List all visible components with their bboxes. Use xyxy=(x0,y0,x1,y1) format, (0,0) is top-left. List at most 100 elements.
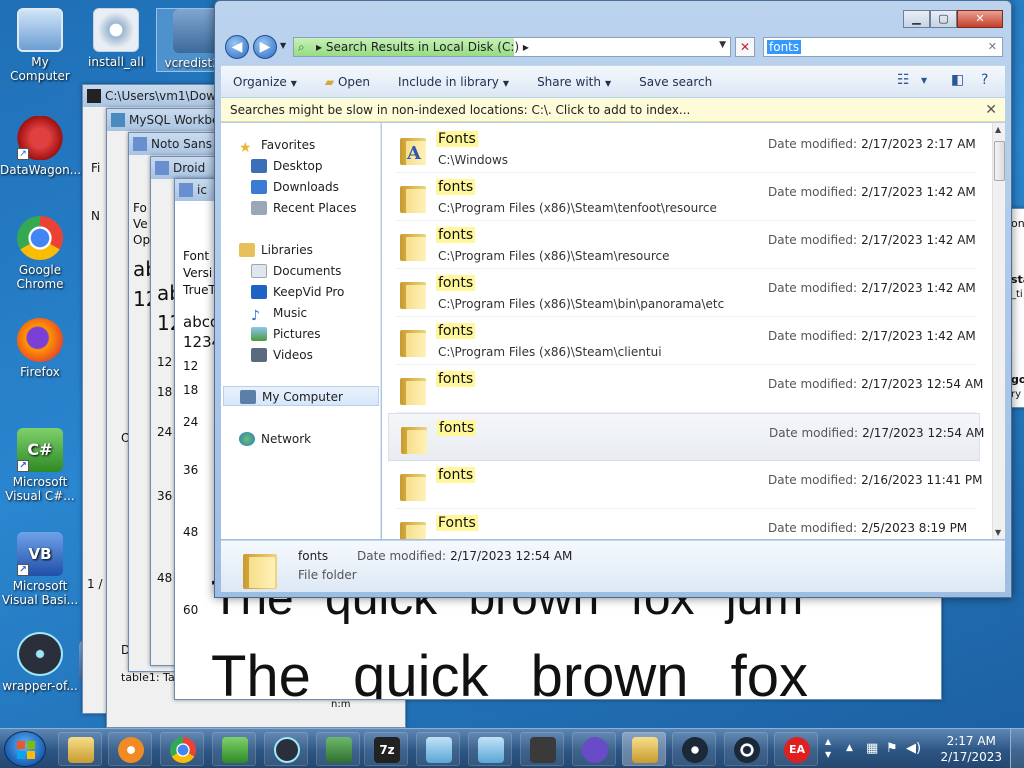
close-infobar-icon[interactable]: ✕ xyxy=(985,98,997,122)
nav-favorites[interactable]: ★ Favorites xyxy=(239,135,315,156)
folder-icon xyxy=(400,327,426,357)
nav-videos[interactable]: Videos xyxy=(251,345,313,365)
list-item[interactable]: fonts C:\Program Files (x86)\Steam\clien… xyxy=(396,317,976,365)
taskbar-chrome[interactable] xyxy=(160,732,204,766)
taskbar-steam[interactable] xyxy=(672,732,716,766)
start-button[interactable] xyxy=(4,731,46,767)
taskbar-explorer-window[interactable] xyxy=(622,732,666,766)
nav-downloads[interactable]: Downloads xyxy=(251,177,339,197)
save-search-button[interactable]: Save search xyxy=(639,75,712,89)
nav-network[interactable]: Network xyxy=(239,429,311,449)
organize-button[interactable]: Organize ▼ xyxy=(233,75,297,89)
size-label: 12 xyxy=(157,355,173,369)
preview-pane-icon[interactable]: ◧ xyxy=(951,72,964,88)
taskbar-ubisoft[interactable] xyxy=(724,732,768,766)
minimize-button[interactable]: ▁ xyxy=(903,10,930,28)
help-icon[interactable]: ? xyxy=(981,72,988,88)
size-label: 48 xyxy=(183,525,199,539)
show-hidden-icons[interactable]: ▲ xyxy=(846,743,853,753)
nav-recent-places[interactable]: Recent Places xyxy=(251,198,356,218)
label-fragment: N xyxy=(91,209,100,223)
nav-libraries[interactable]: Libraries xyxy=(239,240,313,260)
item-date: Date modified: 2/17/2023 1:42 AM xyxy=(768,233,976,247)
chevron-down-icon[interactable]: ▼ xyxy=(921,76,927,85)
address-dropdown-icon[interactable]: ▼ xyxy=(719,40,726,50)
volume-icon[interactable]: ◀) xyxy=(906,741,921,756)
font-icon xyxy=(133,137,147,151)
taskbar-font-viewer-1[interactable] xyxy=(416,732,460,766)
folder-open-icon: ▰ xyxy=(324,74,335,89)
forward-button[interactable]: ▶ xyxy=(253,35,277,59)
taskbar-explorer[interactable] xyxy=(58,732,102,766)
taskbar-chip-tool[interactable] xyxy=(520,732,564,766)
scroll-down-icon[interactable]: ▼ xyxy=(995,528,1001,537)
taskbar-7zip[interactable]: 7z xyxy=(364,732,408,766)
mysql-icon xyxy=(111,113,125,127)
electron-icon xyxy=(17,632,63,676)
address-bar[interactable]: ⌕ ▸ Search Results in Local Disk (C:) ▸ … xyxy=(293,37,731,57)
desktop-icon-install-all[interactable]: install_all xyxy=(76,8,156,69)
scroll-up-icon[interactable]: ▲ xyxy=(995,125,1001,134)
item-path: C:\Program Files (x86)\Steam\tenfoot\res… xyxy=(438,201,717,215)
list-item[interactable]: A Fonts C:\Windows Date modified: 2/17/20… xyxy=(396,125,976,173)
label-fragment: table1: Tab xyxy=(121,671,182,684)
network-tray-icon[interactable]: ▦ xyxy=(866,741,878,756)
open-button[interactable]: ▰ Open xyxy=(325,75,370,89)
taskbar-media-player[interactable] xyxy=(108,732,152,766)
desktop-icon-visual-basic[interactable]: VB ↗ Microsoft Visual Basi... xyxy=(0,532,80,607)
desktop-icon-my-computer[interactable]: My Computer xyxy=(0,8,80,83)
desktop-icon-wrapper[interactable]: wrapper-of... xyxy=(0,632,80,693)
nav-my-computer[interactable]: My Computer xyxy=(223,386,379,406)
show-desktop-button[interactable] xyxy=(1010,729,1024,768)
size-label: 18 xyxy=(183,383,199,397)
maximize-button[interactable]: ▢ xyxy=(930,10,957,28)
index-info-bar[interactable]: Searches might be slow in non-indexed lo… xyxy=(221,98,1005,122)
stop-search-button[interactable]: ✕ xyxy=(735,37,755,57)
taskbar-arc[interactable] xyxy=(572,732,616,766)
list-item[interactable]: fonts Date modified: 2/17/2023 12:54 AM xyxy=(396,365,983,413)
list-item-selected[interactable]: fonts Date modified: 2/17/2023 12:54 AM xyxy=(388,413,984,461)
nav-keepvid-pro[interactable]: KeepVid Pro xyxy=(251,282,344,302)
desktop-icon-chrome[interactable]: Google Chrome xyxy=(0,216,80,291)
desktop-icon-datawagon[interactable]: ↗ DataWagon... xyxy=(0,116,81,177)
desktop-icon-visual-csharp[interactable]: C# ↗ Microsoft Visual C#... xyxy=(0,428,80,503)
taskbar-datagrip[interactable] xyxy=(316,732,360,766)
desktop-icon-firefox[interactable]: Firefox xyxy=(0,318,80,379)
recent-pages-dropdown[interactable]: ▼ xyxy=(280,41,286,50)
list-item[interactable]: fonts Date modified: 2/16/2023 11:41 PM xyxy=(396,461,982,509)
installer-icon xyxy=(173,9,219,53)
item-path: C:\Windows xyxy=(438,153,509,167)
include-in-library-button[interactable]: Include in library ▼ xyxy=(398,75,509,89)
list-item[interactable]: fonts C:\Program Files (x86)\Steam\resou… xyxy=(396,221,976,269)
taskbar-ea[interactable]: EA xyxy=(774,732,818,766)
nav-music[interactable]: ♪ Music xyxy=(251,303,307,324)
search-box[interactable]: fonts ✕ xyxy=(763,37,1003,57)
back-button[interactable]: ◀ xyxy=(225,35,249,59)
navigation-pane: ★ Favorites Desktop Downloads Recent Plac… xyxy=(221,123,381,539)
list-item[interactable]: Fonts Date modified: 2/5/2023 8:19 PM xyxy=(396,509,976,539)
taskbar-electron[interactable] xyxy=(264,732,308,766)
share-with-button[interactable]: Share with ▼ xyxy=(537,75,611,89)
nav-desktop[interactable]: Desktop xyxy=(251,156,323,176)
explorer-window[interactable]: ▁ ▢ ✕ ◀ ▶ ▼ ⌕ ▸ Search Results in Local … xyxy=(214,0,1012,598)
list-item[interactable]: fonts C:\Program Files (x86)\Steam\bin\p… xyxy=(396,269,976,317)
details-date: Date modified: 2/17/2023 12:54 AM xyxy=(357,549,573,563)
action-center-icon[interactable]: ⚑ xyxy=(886,741,898,756)
desktop-icon-label: Firefox xyxy=(20,365,60,379)
folder-icon xyxy=(400,231,426,261)
list-item[interactable]: fonts C:\Program Files (x86)\Steam\tenfo… xyxy=(396,173,976,221)
close-button[interactable]: ✕ xyxy=(957,10,1003,28)
nav-pictures[interactable]: Pictures xyxy=(251,324,321,344)
item-date: Date modified: 2/17/2023 2:17 AM xyxy=(768,137,976,151)
clock[interactable]: 2:17 AM 2/17/2023 xyxy=(940,733,1002,765)
view-options-icon[interactable]: ☷ xyxy=(897,72,910,88)
item-name: fonts xyxy=(436,275,476,291)
scrollbar-thumb[interactable] xyxy=(994,141,1005,181)
clear-search-icon[interactable]: ✕ xyxy=(988,40,997,53)
item-name: fonts xyxy=(436,179,476,195)
taskbar-font-viewer-2[interactable] xyxy=(468,732,512,766)
taskbar-visual-csharp[interactable] xyxy=(212,732,256,766)
results-scrollbar[interactable]: ▲ ▼ xyxy=(992,123,1005,539)
label-fragment: Op xyxy=(133,233,151,247)
nav-documents[interactable]: Documents xyxy=(251,261,341,281)
